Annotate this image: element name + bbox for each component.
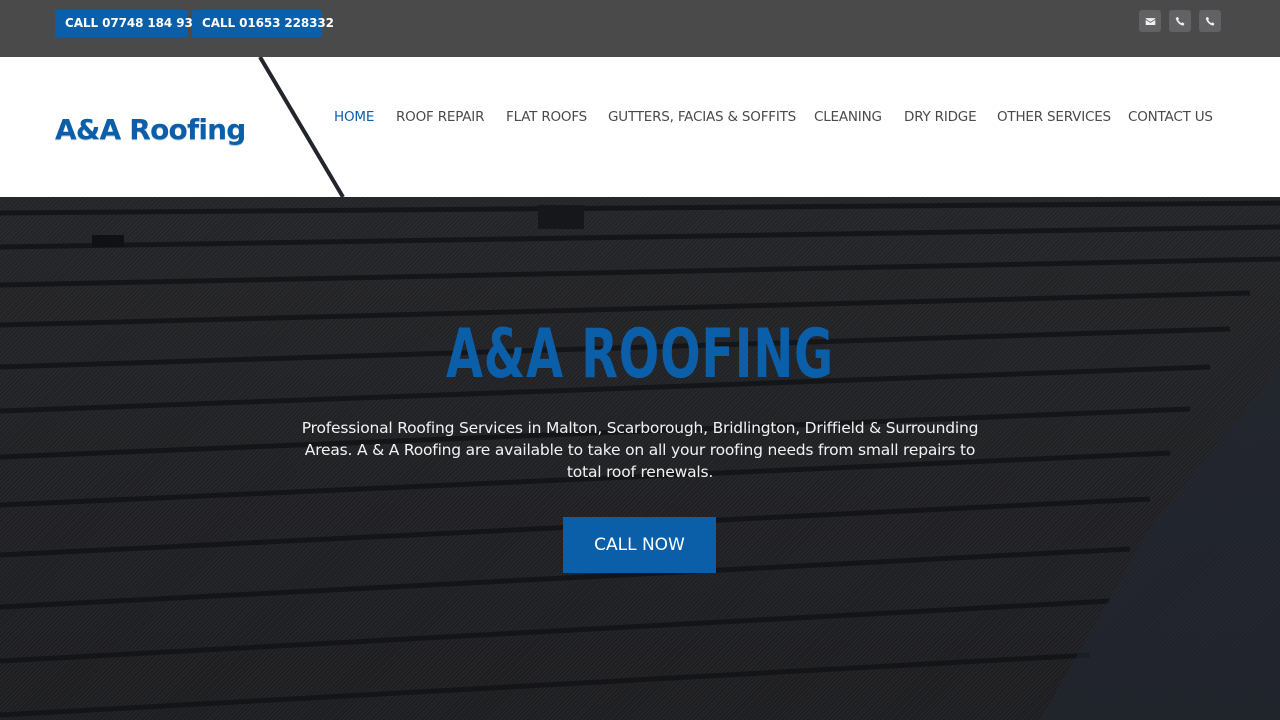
nav-item-cleaning[interactable]: CLEANING bbox=[814, 109, 882, 125]
envelope-icon[interactable] bbox=[1139, 10, 1161, 32]
call-now-button[interactable]: CALL NOW bbox=[563, 517, 716, 573]
nav-item-gutters[interactable]: GUTTERS, FACIAS & SOFFITS bbox=[608, 109, 796, 125]
phone-icon[interactable] bbox=[1169, 10, 1191, 32]
nav-item-contact-us[interactable]: CONTACT US bbox=[1128, 109, 1213, 125]
site-header: A&A Roofing HOME ROOF REPAIR FLAT ROOFS … bbox=[0, 57, 1280, 197]
call-landline-button[interactable]: CALL 01653 228332 bbox=[192, 10, 334, 37]
hero-description: Professional Roofing Services in Malton,… bbox=[301, 419, 979, 481]
hero-title: A&A ROOFING bbox=[446, 315, 834, 394]
hero-section: A&A ROOFING Professional Roofing Service… bbox=[0, 197, 1280, 720]
top-bar: CALL 07748 184 934 CALL 01653 228332 bbox=[0, 0, 1280, 57]
phone-icon[interactable] bbox=[1199, 10, 1221, 32]
nav-item-other-services[interactable]: OTHER SERVICES bbox=[997, 109, 1111, 125]
nav-item-dry-ridge[interactable]: DRY RIDGE bbox=[904, 109, 977, 125]
decorative-slash bbox=[258, 57, 345, 197]
site-logo[interactable]: A&A Roofing bbox=[55, 113, 246, 146]
nav-item-roof-repair[interactable]: ROOF REPAIR bbox=[396, 109, 484, 125]
nav-item-home[interactable]: HOME bbox=[334, 109, 374, 125]
call-mobile-button[interactable]: CALL 07748 184 934 bbox=[55, 10, 201, 37]
nav-item-flat-roofs[interactable]: FLAT ROOFS bbox=[506, 109, 587, 125]
